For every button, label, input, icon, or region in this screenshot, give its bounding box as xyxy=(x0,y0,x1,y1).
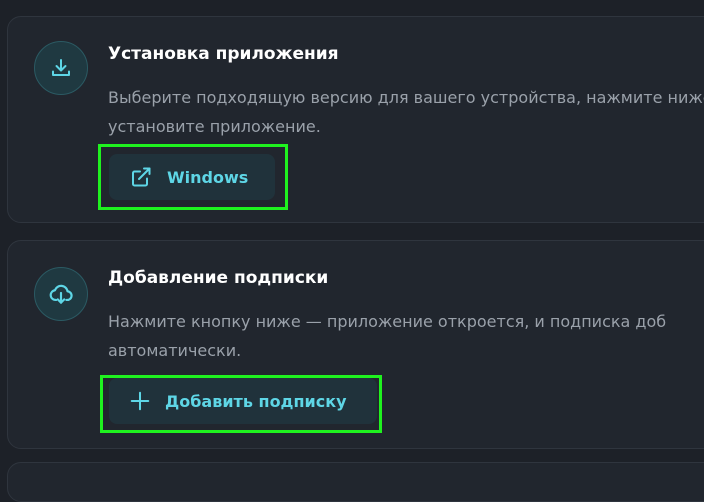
download-icon xyxy=(34,41,88,95)
add-subscription-button[interactable]: Добавить подписку xyxy=(109,378,377,424)
add-subscription-card: Добавление подписки Нажмите кнопку ниже … xyxy=(7,240,704,449)
external-link-icon xyxy=(129,165,153,189)
windows-download-button[interactable]: Windows xyxy=(109,154,275,200)
install-app-title: Установка приложения xyxy=(108,44,339,64)
install-app-description: Выберите подходящую версию для вашего ус… xyxy=(108,88,704,136)
next-step-card xyxy=(7,462,704,502)
windows-button-label: Windows xyxy=(167,167,249,187)
install-app-card: Установка приложения Выберите подходящую… xyxy=(7,16,704,223)
add-subscription-button-label: Добавить подписку xyxy=(165,391,347,411)
add-subscription-title: Добавление подписки xyxy=(108,268,329,288)
plus-icon xyxy=(129,390,151,412)
add-subscription-description: Нажмите кнопку ниже — приложение откроет… xyxy=(108,312,667,360)
cloud-download-icon xyxy=(34,267,88,321)
